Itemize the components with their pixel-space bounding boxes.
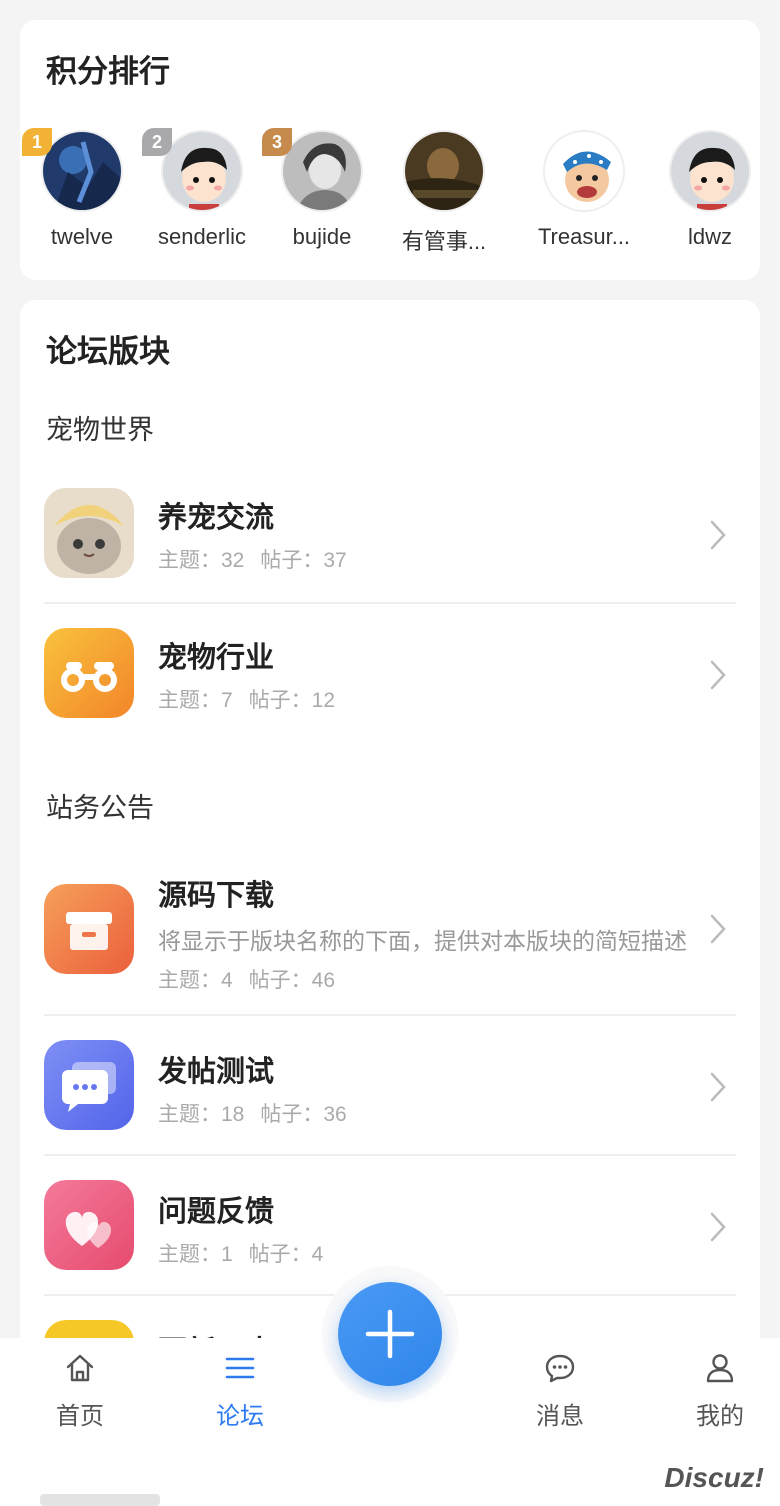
forum-item-post-test[interactable]: 发帖测试 主题：18 帖子：36 bbox=[44, 1016, 736, 1156]
avatar bbox=[281, 130, 363, 212]
forum-stats: 主题：4 帖子：46 bbox=[158, 964, 335, 994]
ranking-list[interactable]: 1 twelve 2 senderlic 3 bujide 有管事... Tre… bbox=[20, 128, 760, 268]
chevron-right-icon bbox=[710, 1072, 726, 1102]
hidden-content-peek bbox=[40, 1494, 160, 1506]
forum-name: 源码下载 bbox=[158, 880, 275, 912]
forum-item-pet-industry[interactable]: 宠物行业 主题：7 帖子：12 bbox=[44, 604, 736, 740]
scooter-icon bbox=[44, 628, 134, 718]
forum-title: 论坛版块 bbox=[46, 334, 170, 369]
tab-mine-label: 我的 bbox=[696, 1403, 744, 1430]
ranking-user-6[interactable]: ldwz bbox=[648, 128, 760, 268]
forum-stats: 主题：18 帖子：36 bbox=[158, 1098, 347, 1128]
ranking-user-name: ldwz bbox=[687, 224, 732, 249]
avatar bbox=[161, 130, 243, 212]
rank-badge: 1 bbox=[22, 128, 52, 156]
tab-forum[interactable]: 论坛 bbox=[180, 1338, 300, 1438]
avatar bbox=[403, 130, 485, 212]
plus-icon bbox=[365, 1309, 415, 1359]
chevron-right-icon bbox=[710, 1212, 726, 1242]
forum-card: 论坛版块 宠物世界 养宠交流 主题：32 帖子：37 宠物行业 主题：7 帖子：12… bbox=[20, 300, 760, 1400]
tab-home-label: 首页 bbox=[56, 1403, 104, 1430]
ranking-user-5[interactable]: Treasur... bbox=[522, 128, 646, 268]
avatar bbox=[669, 130, 751, 212]
ranking-title: 积分排行 bbox=[46, 54, 170, 89]
ranking-user-name: senderlic bbox=[157, 224, 247, 249]
ranking-card: 积分排行 1 twelve 2 senderlic 3 bujide 有管事..… bbox=[20, 20, 760, 280]
forum-item-pet-exchange[interactable]: 养宠交流 主题：32 帖子：37 bbox=[44, 468, 736, 604]
forum-stats: 主题：7 帖子：12 bbox=[158, 684, 335, 714]
tab-home[interactable]: 首页 bbox=[20, 1338, 140, 1438]
tab-mine[interactable]: 我的 bbox=[660, 1338, 780, 1438]
posts-count: 帖子：46 bbox=[248, 969, 336, 992]
ranking-user-name: 有管事... bbox=[401, 229, 487, 254]
box-icon bbox=[44, 884, 134, 974]
user-icon bbox=[706, 1354, 734, 1383]
section-title-announcements: 站务公告 bbox=[46, 793, 154, 823]
forum-description: 将显示于版块名称的下面，提供对本版块的简短描述 bbox=[158, 928, 687, 954]
home-icon bbox=[66, 1354, 94, 1382]
heart-icon bbox=[44, 1180, 134, 1270]
ranking-user-name: twelve bbox=[50, 224, 114, 249]
watermark: Discuz! bbox=[664, 1462, 764, 1493]
message-icon bbox=[545, 1354, 575, 1383]
forum-name: 养宠交流 bbox=[158, 502, 275, 534]
tab-messages[interactable]: 消息 bbox=[500, 1338, 620, 1438]
forum-stats: 主题：1 帖子：4 bbox=[158, 1238, 323, 1268]
topics-count: 主题：32 bbox=[158, 549, 245, 572]
list-icon bbox=[225, 1357, 255, 1379]
posts-count: 帖子：12 bbox=[248, 689, 336, 712]
ranking-user-2[interactable]: 2 senderlic bbox=[140, 128, 264, 268]
chat-bubble-icon bbox=[44, 1040, 134, 1130]
cat-photo-icon bbox=[44, 488, 134, 578]
forum-stats: 主题：32 帖子：37 bbox=[158, 544, 347, 574]
topics-count: 主题：4 bbox=[158, 969, 233, 992]
chevron-right-icon bbox=[710, 520, 726, 550]
rank-badge: 3 bbox=[262, 128, 292, 156]
ranking-user-3[interactable]: 3 bujide bbox=[260, 128, 384, 268]
topics-count: 主题：1 bbox=[158, 1243, 233, 1266]
ranking-user-name: Treasur... bbox=[537, 224, 631, 249]
forum-name: 发帖测试 bbox=[158, 1056, 275, 1088]
avatar bbox=[543, 130, 625, 212]
ranking-user-1[interactable]: 1 twelve bbox=[20, 128, 144, 268]
posts-count: 帖子：37 bbox=[260, 549, 347, 572]
create-post-button[interactable] bbox=[338, 1282, 442, 1386]
section-title-pets: 宠物世界 bbox=[46, 415, 154, 445]
forum-name: 问题反馈 bbox=[158, 1196, 275, 1228]
posts-count: 帖子：36 bbox=[260, 1103, 347, 1126]
forum-name: 宠物行业 bbox=[158, 642, 275, 674]
avatar bbox=[41, 130, 123, 212]
forum-item-source-download[interactable]: 源码下载 将显示于版块名称的下面，提供对本版块的简短描述 主题：4 帖子：46 bbox=[44, 846, 736, 1016]
tab-messages-label: 消息 bbox=[536, 1403, 584, 1430]
topics-count: 主题：7 bbox=[158, 689, 233, 712]
ranking-user-4[interactable]: 有管事... bbox=[382, 128, 506, 268]
posts-count: 帖子：4 bbox=[248, 1243, 324, 1266]
topics-count: 主题：18 bbox=[158, 1103, 245, 1126]
rank-badge: 2 bbox=[142, 128, 172, 156]
tab-forum-label: 论坛 bbox=[216, 1403, 264, 1430]
chevron-right-icon bbox=[710, 660, 726, 690]
ranking-user-name: bujide bbox=[292, 224, 352, 249]
chevron-right-icon bbox=[710, 914, 726, 944]
